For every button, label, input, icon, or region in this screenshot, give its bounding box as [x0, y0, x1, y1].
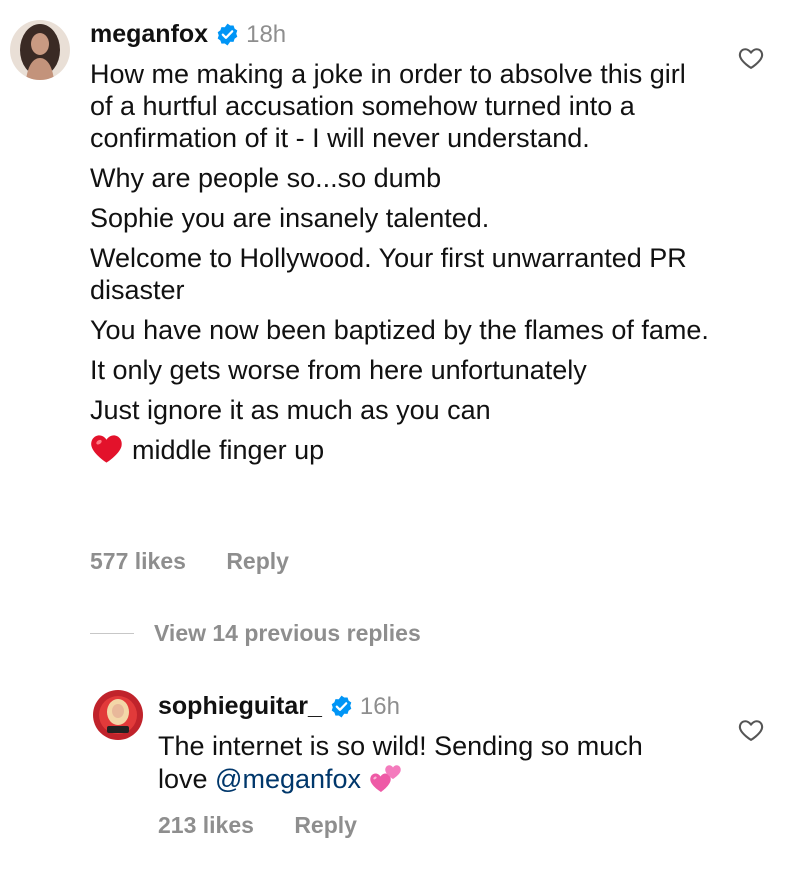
red-heart-emoji	[90, 434, 123, 464]
comment-line: It only gets worse from here unfortunate…	[90, 355, 587, 385]
heart-outline-icon[interactable]	[737, 44, 765, 72]
view-replies-label: View 14 previous replies	[154, 620, 421, 646]
comment-meta: 577 likes Reply	[90, 548, 289, 575]
avatar[interactable]	[93, 690, 143, 740]
username[interactable]: sophieguitar_	[158, 692, 322, 721]
reply-header: sophieguitar_ 16h	[158, 692, 400, 721]
comment-line: Welcome to Hollywood. Your first unwarra…	[90, 243, 695, 305]
timestamp[interactable]: 16h	[360, 693, 400, 721]
timestamp[interactable]: 18h	[246, 21, 286, 49]
comment-line: Sophie you are insanely talented.	[90, 203, 490, 233]
reply-text: The internet is so wild! Sending so much…	[158, 730, 698, 795]
two-hearts-emoji	[369, 762, 403, 794]
verified-badge-icon	[215, 22, 240, 47]
comment-line: Just ignore it as much as you can	[90, 395, 491, 425]
username[interactable]: meganfox	[90, 20, 208, 49]
likes-count[interactable]: 577 likes	[90, 548, 186, 575]
likes-count[interactable]: 213 likes	[158, 812, 254, 839]
avatar[interactable]	[10, 20, 70, 80]
mention-link[interactable]: @meganfox	[215, 764, 361, 794]
comment-line: You have now been baptized by the flames…	[90, 315, 709, 345]
reply-button[interactable]: Reply	[226, 548, 289, 575]
divider	[90, 633, 134, 634]
comment-line: Why are people so...so dumb	[90, 163, 442, 193]
comment-line: How me making a joke in order to absolve…	[90, 59, 694, 153]
reply-body: The internet is so wild! Sending so much…	[158, 730, 698, 803]
comment-body: How me making a joke in order to absolve…	[90, 58, 710, 474]
view-previous-replies-button[interactable]: View 14 previous replies	[90, 620, 421, 647]
verified-badge-icon	[329, 694, 354, 719]
reply-meta: 213 likes Reply	[158, 812, 357, 839]
heart-outline-icon[interactable]	[737, 716, 765, 744]
comment-line-text: middle finger up	[132, 435, 325, 465]
comment-line: middle finger up	[90, 434, 710, 466]
comment-header: meganfox 18h	[90, 20, 286, 49]
reply-button[interactable]: Reply	[294, 812, 357, 839]
comments-thread: meganfox 18h How me making a joke in ord…	[0, 0, 793, 869]
